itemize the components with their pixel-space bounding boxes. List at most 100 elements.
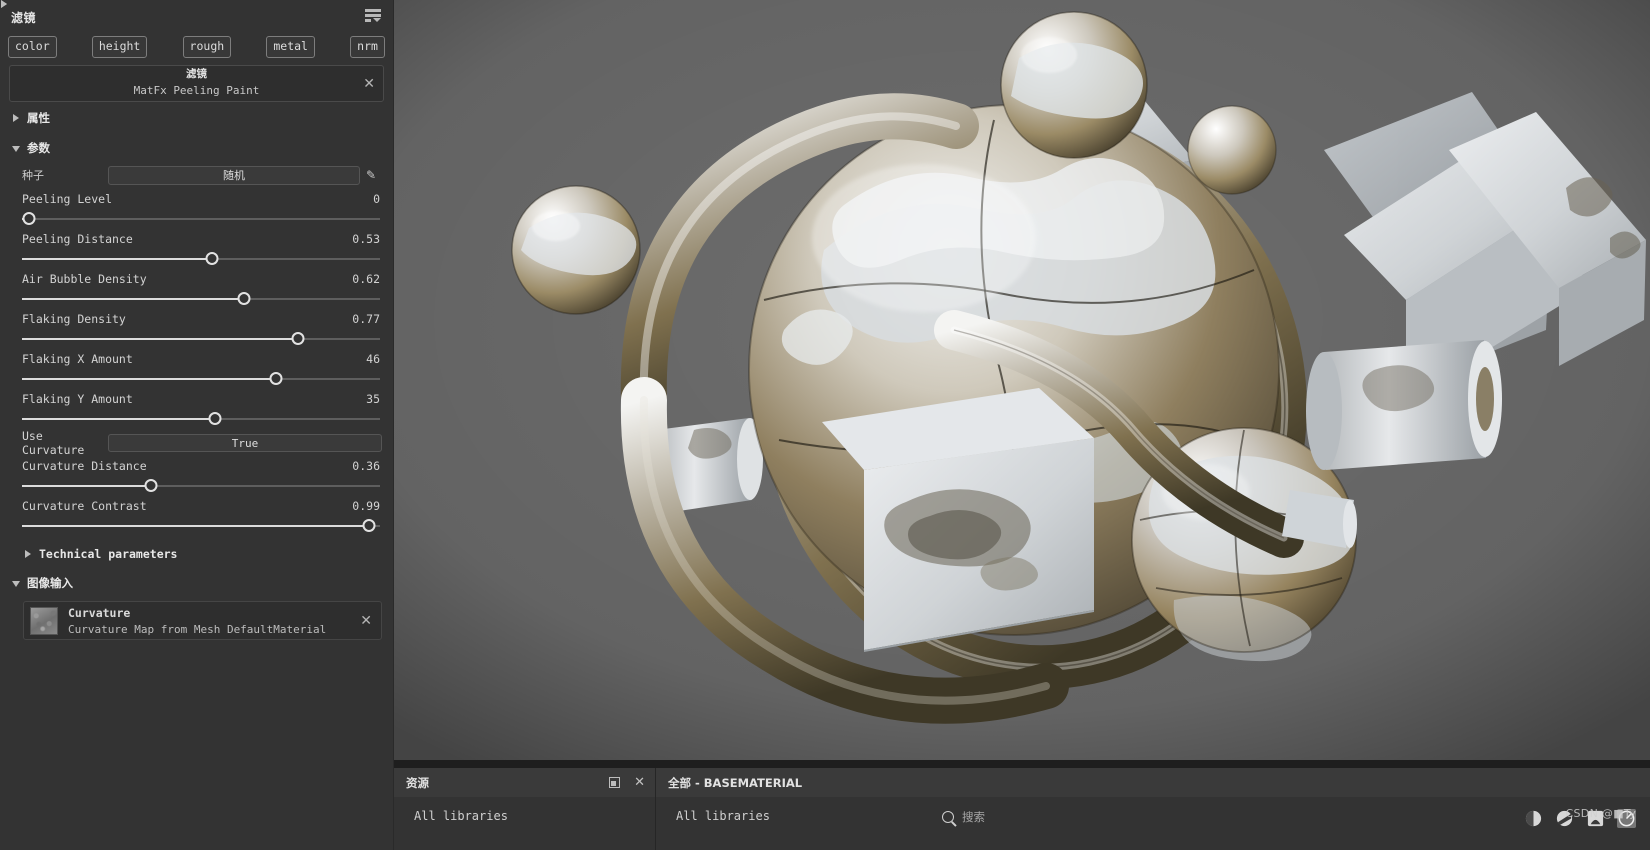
browser-toolbar xyxy=(1524,809,1650,828)
section-attributes-label: 属性 xyxy=(27,111,50,125)
slider-value: 0 xyxy=(373,192,380,206)
panel-title: 滤镜 xyxy=(11,10,37,25)
slider-track[interactable] xyxy=(22,252,380,266)
viewport-render xyxy=(394,0,1650,760)
slider-curvature-distance: Curvature Distance 0.36 xyxy=(11,459,382,493)
slider-air-bubble-density: Air Bubble Density 0.62 xyxy=(11,272,382,306)
section-image-inputs[interactable]: 图像输入 xyxy=(0,567,393,597)
maximize-icon[interactable] xyxy=(609,777,621,788)
filter-card[interactable]: 滤镜 MatFx Peeling Paint ✕ xyxy=(9,65,384,102)
image-input-description: Curvature Map from Mesh DefaultMaterial xyxy=(68,622,327,636)
slider-value: 35 xyxy=(366,392,380,406)
slider-track[interactable] xyxy=(22,372,380,386)
section-attributes[interactable]: 属性 xyxy=(0,102,393,132)
chevron-down-icon xyxy=(12,144,20,152)
tree-row-all-libraries[interactable]: All libraries xyxy=(668,809,770,823)
tree-row-all-libraries[interactable]: All libraries xyxy=(406,809,655,823)
section-technical-parameters[interactable]: Technical parameters xyxy=(0,539,393,567)
texture-view-icon[interactable] xyxy=(1586,809,1605,828)
slider-value: 0.99 xyxy=(352,499,380,513)
slider-value: 46 xyxy=(366,352,380,366)
pencil-icon[interactable]: ✎ xyxy=(360,168,382,182)
slider-peeling-distance: Peeling Distance 0.53 xyxy=(11,232,382,266)
slider-track[interactable] xyxy=(22,212,380,226)
slider-knob[interactable] xyxy=(144,479,158,492)
slider-label: Flaking X Amount xyxy=(22,352,133,366)
chevron-down-icon xyxy=(12,579,20,587)
tab-metal[interactable]: metal xyxy=(266,35,315,59)
slider-value: 0.53 xyxy=(352,232,380,246)
close-icon[interactable]: ✕ xyxy=(363,76,375,92)
assets-panel: 资源 ✕ All libraries xyxy=(394,768,656,850)
tab-nrm[interactable]: nrm xyxy=(350,35,385,59)
image-input-name: Curvature xyxy=(68,605,131,620)
slider-track[interactable] xyxy=(22,412,380,426)
slider-peeling-level: Peeling Level 0 xyxy=(11,192,382,226)
chevron-right-icon xyxy=(24,550,32,558)
assets-panel-header: 资源 ✕ xyxy=(394,768,655,797)
image-input-curvature[interactable]: Curvature Curvature Map from Mesh Defaul… xyxy=(23,601,382,640)
breadcrumb: 全部 - BASEMATERIAL xyxy=(668,775,803,790)
search-placeholder: 搜索 xyxy=(962,810,985,824)
use-curvature-row: Use Curvature True xyxy=(22,429,382,457)
tab-rough[interactable]: rough xyxy=(182,35,232,59)
tree-item-label: All libraries xyxy=(676,809,770,823)
slider-curvature-contrast: Curvature Contrast 0.99 xyxy=(11,499,382,533)
slider-track[interactable] xyxy=(22,332,380,346)
use-curvature-dropdown[interactable]: True xyxy=(108,434,382,452)
library-browser-header: 全部 - BASEMATERIAL xyxy=(656,768,1650,797)
tab-height[interactable]: height xyxy=(91,35,148,59)
properties-panel: 滤镜 color height rough metal nrm 滤镜 MatFx… xyxy=(0,0,394,760)
panel-header: 滤镜 xyxy=(0,0,393,34)
search-field[interactable]: 搜索 xyxy=(942,809,985,825)
bottom-panels: 资源 ✕ All libraries 全部 - BASEMATERIAL All… xyxy=(394,760,1650,850)
slider-flaking-y-amount: Flaking Y Amount 35 xyxy=(11,392,382,426)
slider-label: Peeling Level xyxy=(22,192,113,206)
3d-viewport[interactable] xyxy=(394,0,1650,760)
slider-flaking-density: Flaking Density 0.77 xyxy=(11,312,382,346)
app-root: 滤镜 color height rough metal nrm 滤镜 MatFx… xyxy=(0,0,1650,850)
seed-randomize-button[interactable]: 随机 xyxy=(108,165,360,185)
slider-knob[interactable] xyxy=(269,372,283,385)
seed-row: 种子 随机 ✎ xyxy=(22,164,382,186)
slider-knob[interactable] xyxy=(205,252,219,265)
section-parameters-label: 参数 xyxy=(27,141,50,155)
slider-track[interactable] xyxy=(22,479,380,493)
tab-color[interactable]: color xyxy=(8,35,57,59)
slider-knob[interactable] xyxy=(291,332,305,345)
slider-knob[interactable] xyxy=(22,212,36,225)
slider-knob[interactable] xyxy=(208,412,222,425)
library-browser-panel: 全部 - BASEMATERIAL All libraries 搜索 xyxy=(656,768,1650,850)
assets-panel-title: 资源 xyxy=(406,775,429,790)
library-browser-body: All libraries 搜索 xyxy=(656,797,1650,850)
slider-label: Curvature Contrast xyxy=(22,499,147,513)
section-technical-label: Technical parameters xyxy=(39,547,178,561)
slider-knob[interactable] xyxy=(362,519,376,532)
filter-name-label: MatFx Peeling Paint xyxy=(133,84,260,98)
material-preview-icon[interactable] xyxy=(1555,809,1574,828)
list-menu-icon[interactable] xyxy=(363,8,383,26)
slider-flaking-x-amount: Flaking X Amount 46 xyxy=(11,352,382,386)
close-icon[interactable]: ✕ xyxy=(634,775,645,790)
slider-value: 0.77 xyxy=(352,312,380,326)
section-image-inputs-label: 图像输入 xyxy=(27,576,73,590)
assets-tree: All libraries xyxy=(394,797,655,823)
section-parameters[interactable]: 参数 xyxy=(0,132,393,162)
search-icon xyxy=(942,811,954,823)
panel-divider xyxy=(394,760,1650,768)
chevron-right-icon xyxy=(12,114,20,122)
slider-knob[interactable] xyxy=(237,292,251,305)
slider-label: Curvature Distance xyxy=(22,459,147,473)
slider-track[interactable] xyxy=(22,519,380,533)
slider-value: 0.62 xyxy=(352,272,380,286)
tree-item-label: All libraries xyxy=(414,809,508,823)
shading-mode-icon[interactable] xyxy=(1524,809,1543,828)
use-curvature-label: Use Curvature xyxy=(22,429,85,457)
close-icon[interactable]: ✕ xyxy=(360,613,372,629)
viewport-settings-icon[interactable] xyxy=(1617,809,1636,828)
parameters-list: 种子 随机 ✎ Peeling Level 0 Peeling Distance… xyxy=(0,162,393,539)
slider-label: Air Bubble Density xyxy=(22,272,147,286)
slider-track[interactable] xyxy=(22,292,380,306)
bottom-area: 资源 ✕ All libraries 全部 - BASEMATERIAL All… xyxy=(0,760,1650,850)
bottom-left-spacer xyxy=(0,760,394,850)
